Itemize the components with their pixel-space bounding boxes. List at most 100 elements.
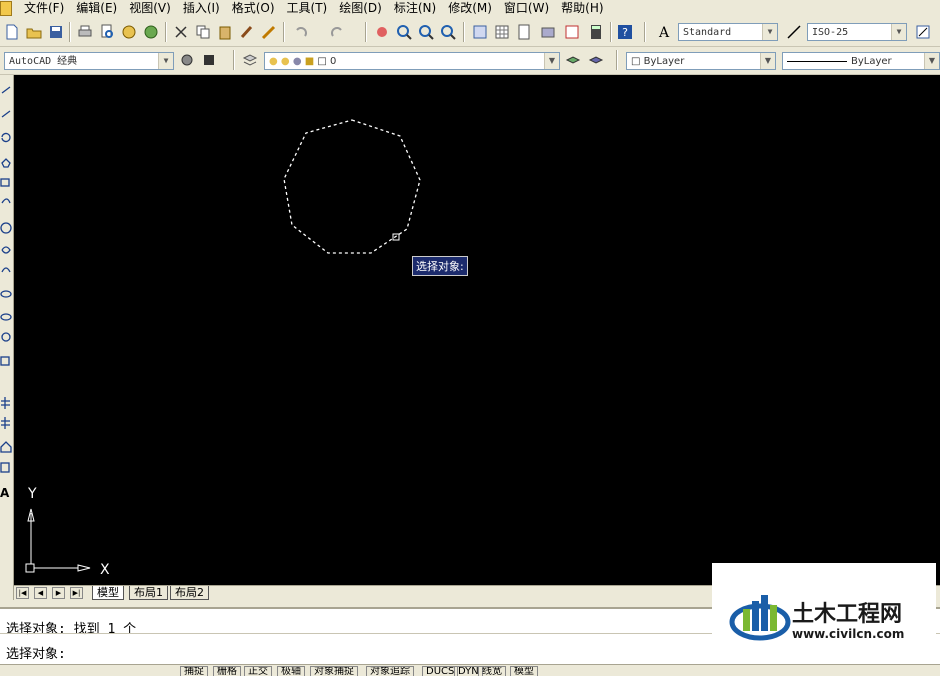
print-icon[interactable] (75, 22, 95, 42)
properties-icon[interactable] (470, 22, 490, 42)
first-tab-icon[interactable]: |◀ (16, 587, 29, 599)
watermark-site-name: 土木工程网 (792, 602, 902, 627)
dynamic-input-tooltip: 选择对象: (412, 256, 468, 276)
layers-toolbar: AutoCAD 经典 ▼ ● ● ● ■ □ 0 ▼ □ ByLayer ▼ ByL… (0, 47, 940, 75)
chevron-down-icon: ▼ (760, 53, 775, 69)
design-center-icon[interactable] (492, 22, 512, 42)
linetype-select[interactable]: ByLayer ▼ (782, 52, 940, 70)
drawing-canvas[interactable]: Y X 选择对象: (14, 75, 940, 585)
block-editor-icon[interactable] (259, 22, 279, 42)
watermark-logo: 土木工程网 www.civilcn.com (712, 563, 936, 660)
ellipse-tool-icon (0, 290, 12, 298)
help-icon[interactable]: ? (615, 22, 635, 42)
menu-tools[interactable]: 工具(T) (281, 0, 334, 17)
new-file-icon[interactable] (2, 22, 22, 42)
color-swatch: □ (631, 56, 644, 67)
ucs-y-label: Y (27, 486, 37, 502)
menu-help[interactable]: 帮助(H) (555, 0, 609, 17)
ucs-icon (25, 508, 91, 573)
tab-model[interactable]: 模型 (92, 586, 124, 600)
publish-icon[interactable] (119, 22, 139, 42)
menu-edit[interactable]: 编辑(E) (70, 0, 123, 17)
chevron-down-icon: ▼ (158, 53, 173, 69)
color-select[interactable]: □ ByLayer ▼ (626, 52, 776, 70)
table-style-icon[interactable] (913, 22, 933, 42)
chevron-down-icon: ▼ (544, 53, 559, 69)
layer-select[interactable]: ● ● ● ■ □ 0 ▼ (264, 52, 560, 70)
table-tool-icon (0, 462, 10, 473)
standard-toolbar: ? A Standard ▼ ISO-25 ▼ (0, 18, 940, 47)
zoom-realtime-icon[interactable] (394, 22, 414, 42)
plot-3d-icon[interactable] (141, 22, 161, 42)
tab-layout2[interactable]: 布局2 (170, 586, 209, 600)
workspace-select[interactable]: AutoCAD 经典 ▼ (4, 52, 174, 70)
svg-text:A: A (658, 25, 670, 40)
redo-icon[interactable] (327, 22, 347, 42)
make-layer-current-icon[interactable] (563, 50, 583, 70)
app-icon[interactable] (0, 1, 12, 16)
svg-text:?: ? (622, 26, 628, 39)
zoom-window-icon[interactable] (416, 22, 436, 42)
calculator-icon[interactable] (586, 22, 606, 42)
pan-icon[interactable] (372, 22, 392, 42)
layer-manager-icon[interactable] (240, 50, 260, 70)
gradient-tool-icon (1, 417, 10, 429)
open-file-icon[interactable] (24, 22, 44, 42)
text-style-icon[interactable]: A (655, 22, 675, 42)
revcloud-tool-icon (1, 246, 11, 254)
ucs-x-label: X (100, 562, 110, 578)
command-prompt[interactable]: 选择对象: (6, 643, 66, 662)
prev-tab-icon[interactable]: ◀ (34, 587, 47, 599)
menu-modify[interactable]: 修改(M) (442, 0, 498, 17)
markup-icon[interactable] (562, 22, 582, 42)
copy-icon[interactable] (193, 22, 213, 42)
layer-vp-icon: ● (292, 56, 302, 67)
text-style-select[interactable]: Standard ▼ (678, 23, 778, 41)
dim-style-icon[interactable] (784, 22, 804, 42)
chevron-down-icon: ▼ (924, 53, 939, 69)
menu-insert[interactable]: 插入(I) (177, 0, 226, 17)
tool-palettes-icon[interactable] (514, 22, 534, 42)
sheet-set-icon[interactable] (538, 22, 558, 42)
layer-previous-icon[interactable] (586, 50, 606, 70)
zoom-previous-icon[interactable] (438, 22, 458, 42)
polygon-tool-icon (1, 158, 11, 168)
layer-name: 0 (330, 56, 337, 67)
undo-icon[interactable] (291, 22, 311, 42)
chevron-down-icon: ▼ (891, 24, 906, 40)
selected-heptagon[interactable] (283, 119, 421, 254)
rectangle-tool-icon (0, 178, 10, 187)
insert-block-icon (1, 332, 11, 342)
status-bar: 捕捉 栅格 正交 极轴 对象捕捉 对象追踪 DUCS DYN 线宽 模型 (0, 664, 940, 676)
menu-dimension[interactable]: 标注(N) (388, 0, 442, 17)
polyline-tool-icon (1, 132, 11, 143)
save-icon[interactable] (46, 22, 66, 42)
draw-toolbar: A (0, 75, 14, 600)
menu-draw[interactable]: 绘图(D) (333, 0, 388, 17)
print-preview-icon[interactable] (97, 22, 117, 42)
linetype-preview (787, 60, 847, 62)
menu-window[interactable]: 窗口(W) (498, 0, 555, 17)
make-block-icon (0, 356, 10, 366)
construction-line-icon (1, 110, 11, 118)
logo-mark-icon (729, 595, 791, 641)
dim-style-select[interactable]: ISO-25 ▼ (807, 23, 907, 41)
mtext-tool-icon: A (0, 486, 10, 500)
arc-tool-icon (1, 198, 11, 204)
next-tab-icon[interactable]: ▶ (52, 587, 65, 599)
hatch-tool-icon (1, 397, 10, 409)
menu-view[interactable]: 视图(V) (123, 0, 177, 17)
layer-on-icon: ● (269, 56, 278, 67)
menu-file[interactable]: 文件(F) (18, 0, 70, 17)
ellipse-arc-tool-icon (0, 313, 12, 321)
menu-bar: 文件(F) 编辑(E) 视图(V) 插入(I) 格式(O) 工具(T) 绘图(D… (0, 0, 940, 17)
paste-icon[interactable] (215, 22, 235, 42)
cut-icon[interactable] (171, 22, 191, 42)
tab-layout1[interactable]: 布局1 (129, 586, 168, 600)
workspace-settings-icon[interactable] (177, 50, 197, 70)
workspace-save-icon[interactable] (199, 50, 219, 70)
last-tab-icon[interactable]: ▶| (70, 587, 83, 599)
menu-format[interactable]: 格式(O) (226, 0, 281, 17)
match-properties-icon[interactable] (237, 22, 257, 42)
layer-freeze-icon: ● (280, 56, 290, 67)
